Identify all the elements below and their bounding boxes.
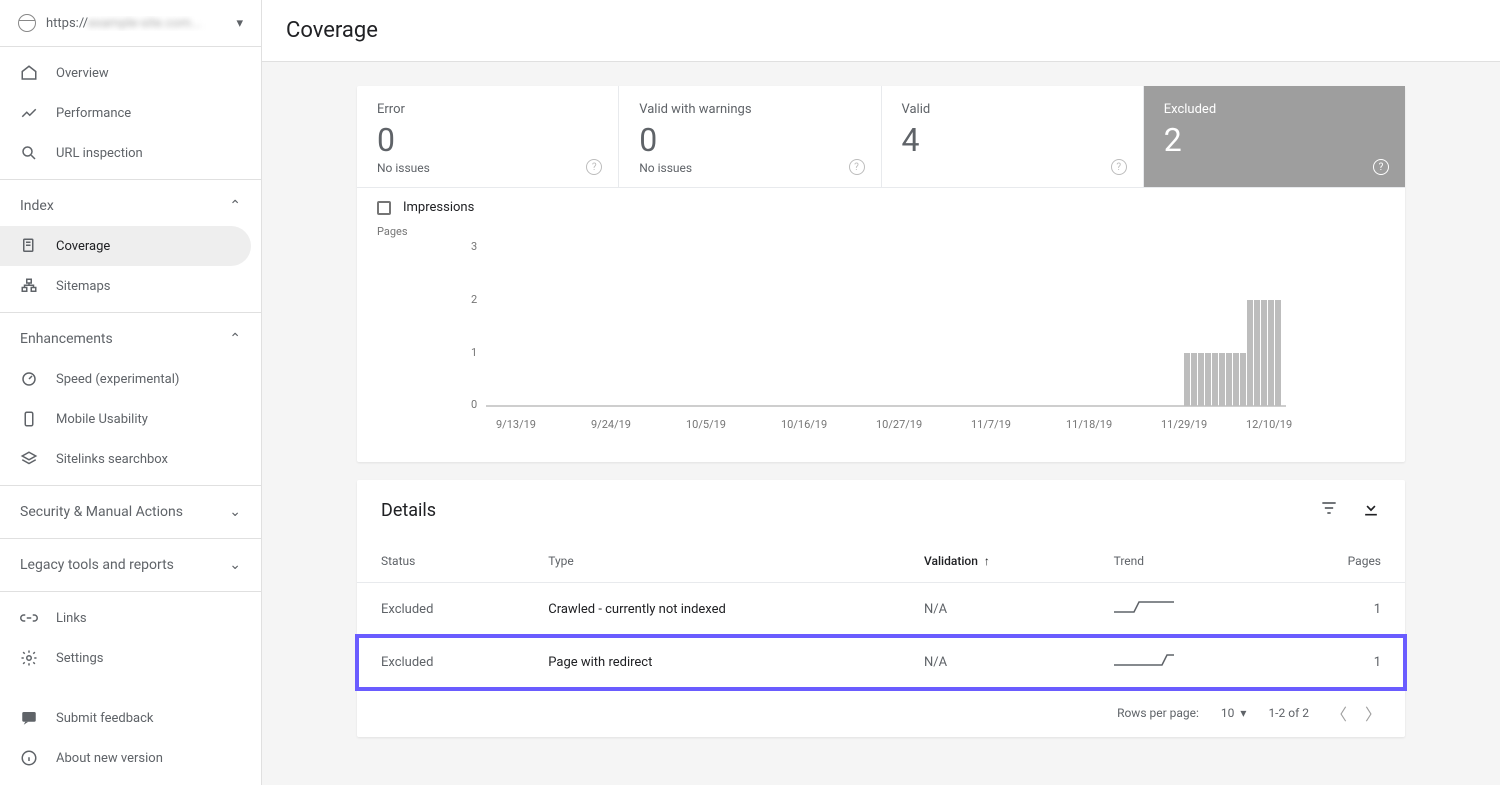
label: Links — [56, 611, 87, 626]
chevron-down-icon: ▾ — [1240, 706, 1246, 720]
chevron-down-icon: ⌄ — [229, 557, 241, 573]
chevron-down-icon: ▾ — [236, 16, 243, 31]
svg-text:9/24/19: 9/24/19 — [591, 418, 631, 431]
sidebar-item-overview[interactable]: Overview — [0, 53, 261, 93]
sidebar-group-legacy[interactable]: Legacy tools and reports ⌄ — [0, 545, 261, 585]
feedback-icon — [20, 709, 38, 727]
help-icon[interactable]: ? — [1111, 159, 1127, 175]
impressions-toggle[interactable]: Impressions — [357, 188, 1405, 215]
sidebar-item-mobile[interactable]: Mobile Usability — [0, 399, 261, 439]
label: Overview — [56, 66, 109, 81]
svg-text:11/18/19: 11/18/19 — [1066, 418, 1112, 431]
chevron-up-icon: ⌃ — [229, 198, 241, 214]
col-validation[interactable]: Validation ↑ — [900, 540, 1090, 583]
help-icon[interactable]: ? — [849, 159, 865, 175]
stat-valid[interactable]: Valid 4 ? — [882, 86, 1144, 187]
svg-text:0: 0 — [471, 398, 477, 411]
gear-icon — [20, 649, 38, 667]
prev-page-button[interactable]: 〈 — [1331, 701, 1347, 725]
svg-text:2: 2 — [471, 293, 477, 306]
label: Mobile Usability — [56, 412, 148, 427]
svg-text:11/29/19: 11/29/19 — [1161, 418, 1207, 431]
page-range: 1-2 of 2 — [1268, 706, 1309, 720]
link-icon — [20, 609, 38, 627]
svg-text:10/27/19: 10/27/19 — [876, 418, 922, 431]
sidebar-group-security[interactable]: Security & Manual Actions ⌄ — [0, 492, 261, 532]
svg-text:3: 3 — [471, 240, 477, 253]
download-icon[interactable] — [1361, 498, 1381, 522]
col-status[interactable]: Status — [357, 540, 524, 583]
filter-icon[interactable] — [1319, 498, 1339, 522]
help-icon[interactable]: ? — [586, 159, 602, 175]
page-title: Coverage — [286, 18, 1476, 43]
col-pages[interactable]: Pages — [1270, 540, 1406, 583]
label: About new version — [56, 751, 163, 766]
page-header: Coverage — [262, 0, 1500, 62]
main-content: Coverage Error 0 No issues ? Valid with … — [262, 0, 1500, 785]
property-selector[interactable]: https://example-site.com... ▾ — [0, 0, 261, 47]
chevron-down-icon: ⌄ — [229, 504, 241, 520]
chart: 3 2 1 0 — [377, 238, 1385, 438]
next-page-button[interactable]: 〉 — [1365, 701, 1381, 725]
sidebar: https://example-site.com... ▾ Overview P… — [0, 0, 262, 785]
globe-icon — [18, 14, 36, 32]
svg-text:10/5/19: 10/5/19 — [686, 418, 726, 431]
stat-valid-warnings[interactable]: Valid with warnings 0 No issues ? — [619, 86, 881, 187]
label: Performance — [56, 106, 131, 121]
phone-icon — [20, 410, 38, 428]
layers-icon — [20, 450, 38, 468]
sidebar-item-coverage[interactable]: Coverage — [0, 226, 251, 266]
svg-text:12/10/19: 12/10/19 — [1246, 418, 1292, 431]
label: Sitelinks searchbox — [56, 452, 168, 467]
sparkline — [1114, 597, 1174, 617]
details-card: Details Status Type Validation ↑ Trend — [357, 480, 1405, 737]
sidebar-item-url-inspection[interactable]: URL inspection — [0, 133, 261, 173]
info-icon — [20, 749, 38, 767]
svg-text:11/7/19: 11/7/19 — [971, 418, 1011, 431]
chevron-up-icon: ⌃ — [229, 331, 241, 347]
pages-icon — [20, 237, 38, 255]
svg-text:9/13/19: 9/13/19 — [496, 418, 536, 431]
label: URL inspection — [56, 146, 143, 161]
gauge-icon — [20, 370, 38, 388]
home-icon — [20, 64, 38, 82]
sidebar-item-sitelinks[interactable]: Sitelinks searchbox — [0, 439, 261, 479]
sidebar-group-enhancements[interactable]: Enhancements ⌃ — [0, 319, 261, 359]
label: Speed (experimental) — [56, 372, 179, 387]
label: Coverage — [56, 239, 110, 254]
table-row[interactable]: Excluded Page with redirect N/A 1 — [357, 636, 1405, 689]
sidebar-item-feedback[interactable]: Submit feedback — [0, 698, 261, 738]
search-icon — [20, 144, 38, 162]
svg-text:1: 1 — [471, 346, 477, 359]
sidebar-item-sitemaps[interactable]: Sitemaps — [0, 266, 261, 306]
pagination: Rows per page: 10 ▾ 1-2 of 2 〈 〉 — [357, 689, 1405, 737]
chart-area: Pages 3 2 1 0 — [357, 215, 1405, 462]
label: Submit feedback — [56, 711, 153, 726]
sidebar-item-performance[interactable]: Performance — [0, 93, 261, 133]
rows-per-page-select[interactable]: 10 ▾ — [1221, 706, 1247, 720]
col-trend[interactable]: Trend — [1090, 540, 1270, 583]
sparkline — [1114, 650, 1174, 670]
col-type[interactable]: Type — [524, 540, 900, 583]
property-url: https://example-site.com... — [46, 16, 226, 31]
sidebar-item-links[interactable]: Links — [0, 598, 261, 638]
svg-text:10/16/19: 10/16/19 — [781, 418, 827, 431]
sitemap-icon — [20, 277, 38, 295]
label: Sitemaps — [56, 279, 111, 294]
table-row[interactable]: Excluded Crawled - currently not indexed… — [357, 583, 1405, 636]
stat-excluded[interactable]: Excluded 2 ? — [1144, 86, 1405, 187]
help-icon[interactable]: ? — [1373, 159, 1389, 175]
checkbox-icon — [377, 201, 391, 215]
details-table: Status Type Validation ↑ Trend Pages Exc… — [357, 540, 1405, 689]
sidebar-item-settings[interactable]: Settings — [0, 638, 261, 678]
details-title: Details — [381, 500, 436, 521]
label: Settings — [56, 651, 103, 666]
coverage-chart-card: Error 0 No issues ? Valid with warnings … — [357, 86, 1405, 462]
sidebar-item-speed[interactable]: Speed (experimental) — [0, 359, 261, 399]
sidebar-item-about[interactable]: About new version — [0, 738, 261, 778]
stats-row: Error 0 No issues ? Valid with warnings … — [357, 86, 1405, 188]
stat-error[interactable]: Error 0 No issues ? — [357, 86, 619, 187]
trend-icon — [20, 104, 38, 122]
sidebar-group-index[interactable]: Index ⌃ — [0, 186, 261, 226]
